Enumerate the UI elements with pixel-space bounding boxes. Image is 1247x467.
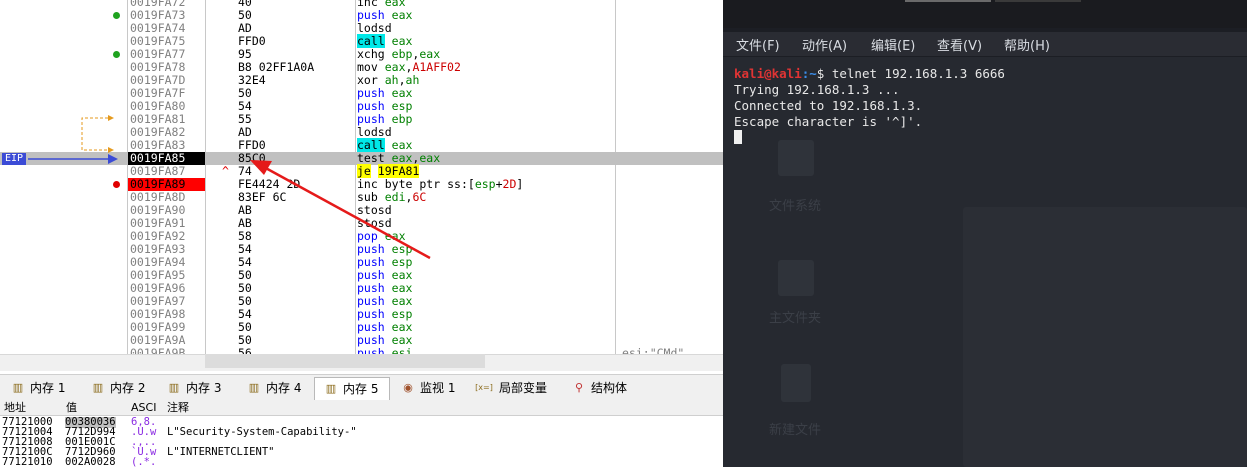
menu-bar: 文件(F) 动作(A) 编辑(E) 查看(V) 帮助(H) — [723, 32, 1247, 56]
tab-1[interactable]: ▥ 内存 1 — [2, 377, 78, 399]
tab-label: 内存 2 — [110, 381, 146, 395]
memory-icon: ▥ — [168, 381, 180, 394]
disassembly-rows: 0019FA72 40 inc eax 0019FA73 50 push eax 0019F… — [0, 0, 723, 355]
command-text: telnet 192.168.1.3 6666 — [831, 66, 1005, 81]
dump-value: 002A0028 — [65, 456, 116, 467]
eip-label: EIP — [2, 153, 27, 165]
struct-icon: ⚲ — [574, 381, 584, 394]
jump-marker: ^ — [222, 164, 229, 178]
executed-dot-icon[interactable] — [113, 51, 120, 58]
tab-label: 监视 1 — [420, 381, 456, 395]
tab-label: 内存 5 — [343, 382, 379, 396]
menu-view[interactable]: 查看(V) — [937, 35, 982, 54]
dump-tabbar: ▥ 内存 1 ▥ 内存 2 ▥ 内存 3 ▥ 内存 4 ▥ 内存 5 ◉ 监视 1 [x=] 局部变量 ⚲ 结… — [0, 374, 723, 402]
memory-icon: ▥ — [248, 381, 260, 394]
tab-6[interactable]: ◉ 监视 1 — [392, 377, 467, 399]
menu-action[interactable]: 动作(A) — [802, 35, 847, 54]
tab-4[interactable]: ▥ 内存 4 — [238, 377, 310, 399]
tab-label: 结构体 — [591, 381, 628, 395]
text-cursor — [734, 130, 742, 144]
memory-icon: ▥ — [12, 381, 24, 394]
tab-label: 内存 3 — [186, 381, 222, 395]
terminal-screen[interactable]: 文件系统 主文件夹 新建文件 kali@kali:~$ telnet 192.1… — [723, 57, 1247, 467]
tab-indicator — [905, 0, 991, 2]
tab-indicator — [995, 0, 1081, 2]
tab-label: 内存 4 — [266, 381, 302, 395]
tab-7[interactable]: [x=] 局部变量 — [471, 377, 559, 399]
terminal-window: 文件(F) 动作(A) 编辑(E) 查看(V) 帮助(H) 文件系统 主文件夹 … — [723, 0, 1247, 467]
column-header-address[interactable]: 地址 — [4, 401, 26, 415]
desktop-item-newfile: 新建文件 — [769, 423, 822, 438]
dump-header: 地址 值 ASCI 注释 — [0, 401, 723, 416]
menu-help[interactable]: 帮助(H) — [1004, 35, 1050, 54]
prompt-symbol: $ — [816, 66, 832, 81]
dump-addr: 77121010 — [2, 456, 53, 467]
dump-row[interactable]: 77121010 002A0028 (.*. — [0, 457, 723, 467]
prompt-path: :~ — [801, 66, 817, 81]
debugger-window: 0019FA72 40 inc eax 0019FA73 50 push eax 0019F… — [0, 0, 723, 467]
column-header-value[interactable]: 值 — [66, 401, 77, 415]
prompt-user: kali@kali — [734, 66, 802, 81]
desktop-item-home: 主文件夹 — [769, 311, 822, 326]
breakpoint-icon[interactable] — [113, 181, 120, 188]
tab-label: 局部变量 — [499, 381, 548, 395]
column-header-ascii[interactable]: ASCI — [131, 401, 156, 415]
column-header-comment[interactable]: 注释 — [167, 401, 189, 415]
output-line: Connected to 192.168.1.3. — [734, 98, 923, 113]
window-title-strip — [723, 0, 1247, 28]
executed-dot-icon[interactable] — [113, 12, 120, 19]
memory-dump-view[interactable]: 地址 值 ASCI 注释 77121000 00380036 6.8. 7712100… — [0, 401, 723, 467]
tab-2[interactable]: ▥ 内存 2 — [82, 377, 154, 399]
background-window — [963, 207, 1247, 467]
menu-edit[interactable]: 编辑(E) — [871, 35, 915, 54]
watch-icon: ◉ — [403, 381, 413, 394]
prompt-line: kali@kali:~$ telnet 192.168.1.3 6666 — [734, 66, 1005, 81]
output-line: Escape character is '^]'. — [734, 114, 923, 129]
filesystem-icon — [778, 140, 814, 176]
tab-5[interactable]: ▥ 内存 5 — [314, 377, 390, 400]
locals-icon: [x=] — [475, 383, 493, 392]
menu-file[interactable]: 文件(F) — [736, 35, 780, 54]
memory-icon: ▥ — [325, 382, 337, 395]
horizontal-scrollbar-thumb[interactable] — [205, 354, 485, 368]
tab-label: 内存 1 — [30, 381, 66, 395]
output-line: Trying 192.168.1.3 ... — [734, 82, 900, 97]
tab-3[interactable]: ▥ 内存 3 — [158, 377, 234, 399]
disassembly-view[interactable]: 0019FA72 40 inc eax 0019FA73 50 push eax 0019F… — [0, 0, 723, 355]
desktop-item-filesystem: 文件系统 — [769, 199, 822, 214]
dump-ascii: (.*. — [131, 456, 157, 467]
home-folder-icon — [778, 260, 814, 296]
tab-8[interactable]: ⚲ 结构体 — [563, 377, 656, 399]
memory-icon: ▥ — [92, 381, 104, 394]
new-file-icon — [781, 364, 811, 402]
